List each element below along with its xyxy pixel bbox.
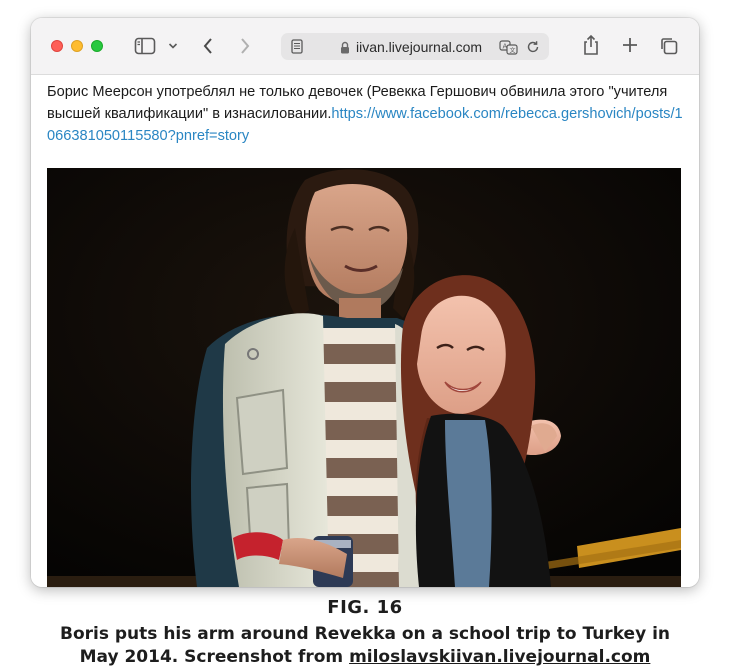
- caption-line-2-prefix: May 2014. Screenshot from: [79, 647, 350, 667]
- caption-line-2: May 2014. Screenshot from miloslavskiiva…: [0, 647, 730, 667]
- svg-text:文: 文: [510, 46, 516, 54]
- svg-text:A: A: [503, 42, 508, 50]
- new-tab-icon[interactable]: [620, 35, 640, 55]
- sidebar-toggle-icon[interactable]: [133, 35, 157, 57]
- reload-icon[interactable]: [525, 39, 541, 55]
- reader-icon[interactable]: [289, 38, 305, 55]
- caption-source-link[interactable]: miloslavskiivan.livejournal.com: [349, 647, 650, 667]
- minimize-window-button[interactable]: [71, 40, 83, 52]
- browser-toolbar: iivan.livejournal.com A文: [31, 18, 699, 75]
- post-photo: [47, 168, 681, 587]
- browser-window: iivan.livejournal.com A文 Борис Меерсон у…: [31, 18, 699, 587]
- tab-overview-icon[interactable]: [658, 35, 680, 57]
- address-bar[interactable]: iivan.livejournal.com A文: [281, 33, 549, 60]
- forward-icon[interactable]: [236, 35, 254, 57]
- page-content: Борис Меерсон употреблял не только девоч…: [31, 75, 699, 587]
- translate-icon[interactable]: A文: [499, 39, 519, 55]
- lock-icon: [339, 40, 351, 54]
- maximize-window-button[interactable]: [91, 40, 103, 52]
- back-icon[interactable]: [199, 35, 217, 57]
- chevron-down-icon[interactable]: [166, 38, 180, 54]
- figure-number: FIG. 16: [327, 597, 403, 618]
- url-text: iivan.livejournal.com: [356, 39, 483, 55]
- post-text: Борис Меерсон употреблял не только девоч…: [47, 81, 687, 147]
- close-window-button[interactable]: [51, 40, 63, 52]
- caption-line-1: Boris puts his arm around Revekka on a s…: [60, 624, 670, 644]
- share-icon[interactable]: [580, 32, 602, 58]
